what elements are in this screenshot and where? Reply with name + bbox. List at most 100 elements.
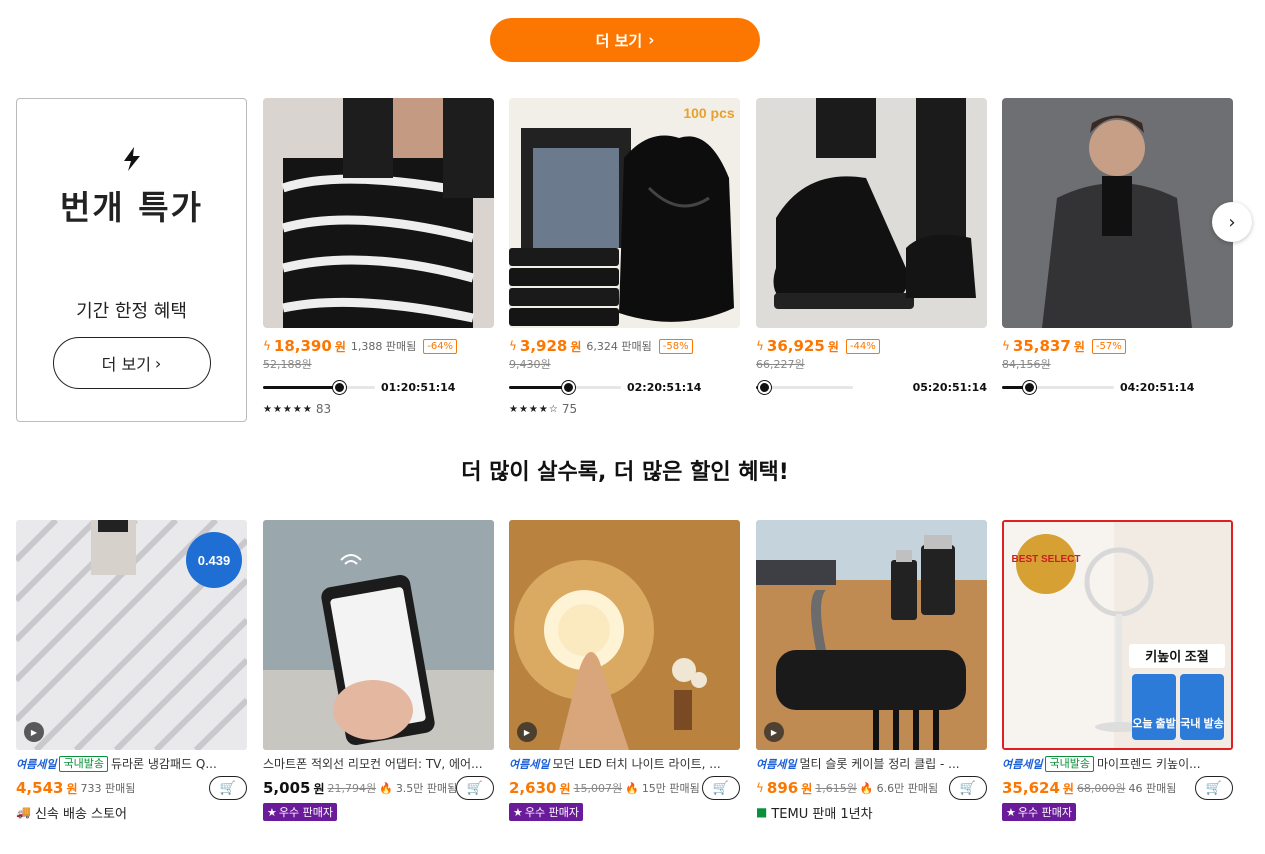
price-row: ϟ 3,928 원 6,324 판매됨 -58% (509, 337, 740, 355)
add-to-cart-button[interactable]: 🛒 (209, 776, 247, 800)
product-image[interactable]: 0.439 ▶ (16, 520, 247, 750)
original-price: 1,615원 (815, 782, 857, 795)
product-image[interactable]: ▶ (509, 520, 740, 750)
truck-icon: 🚚 (16, 805, 31, 819)
cart-icon: 🛒 (959, 780, 977, 796)
clock-icon (1022, 380, 1036, 394)
original-price: 52,188원 (263, 358, 312, 371)
product-image[interactable] (1002, 98, 1233, 328)
deal-price: 18,390 (273, 337, 332, 355)
currency: 원 (1073, 339, 1085, 354)
countdown-bar (263, 380, 375, 394)
product-card[interactable]: ▶ 여름세일 멀티 슬롯 케이블 정리 클립 - ... ϟ 896 원 1,61… (756, 520, 987, 822)
product-card[interactable]: ▶ 여름세일 모던 LED 터치 나이트 라이트, ... 2,630 원 15,… (509, 520, 740, 821)
currency: 원 (313, 781, 325, 796)
add-to-cart-button[interactable]: 🛒 (456, 776, 494, 800)
countdown-text: 01:20:51:14 (381, 380, 456, 394)
product-title[interactable]: 멀티 슬롯 케이블 정리 클립 - ... (799, 755, 959, 772)
product-title[interactable]: 마이프렌드 키높이... (1097, 755, 1201, 772)
product-price: 35,624 (1002, 779, 1060, 797)
lightning-icon: ϟ (1002, 339, 1010, 353)
cart-icon: 🛒 (1205, 780, 1223, 796)
star-icon: ★ (1006, 805, 1016, 819)
summer-sale-badge: 여름세일 (756, 757, 797, 771)
product-card[interactable]: 0.439 ▶ 여름세일 국내발송 듀라론 냉감패드 Q... 4,543 원 7… (16, 520, 247, 822)
discount-badge: -64% (423, 338, 458, 354)
title-row: 스마트폰 적외선 리모컨 어댑터: TV, 에어... (263, 755, 494, 772)
top-seller-label: 우수 판매자 (524, 806, 579, 819)
title-row: 여름세일 국내발송 마이프렌드 키높이... (1002, 755, 1233, 772)
seller-row: ★ 우수 판매자 (263, 803, 494, 821)
play-icon[interactable]: ▶ (24, 722, 44, 742)
play-icon[interactable]: ▶ (764, 722, 784, 742)
image-badge-best: BEST SELECT (1012, 554, 1081, 565)
image-badge-text: 100 pcs (683, 105, 735, 121)
image-badge-text: 키높이 조절 (1145, 649, 1208, 664)
deal-card[interactable]: ϟ 36,925 원 -44% 66,227원 05:20:51:14 (756, 98, 987, 394)
countdown-text: 04:20:51:14 (1120, 380, 1195, 394)
price-row: 2,630 원 15,007원 🔥 15만 판매됨 🛒 (509, 776, 740, 800)
product-title[interactable]: 스마트폰 적외선 리모컨 어댑터: TV, 에어... (263, 755, 483, 772)
more-button-top[interactable]: 더 보기 › (490, 18, 760, 62)
image-badge-domestic: 국내 발송 (1180, 716, 1224, 730)
original-price: 15,007원 (573, 782, 623, 795)
deal-price: 36,925 (766, 337, 825, 355)
flash-deal-title: 번개 특가 (60, 188, 203, 227)
product-price: 5,005 (263, 779, 311, 797)
product-image[interactable] (263, 520, 494, 750)
review-count: 75 (561, 402, 578, 416)
section-title: 더 많이 살수록, 더 많은 할인 혜택! (461, 460, 789, 485)
deal-card[interactable]: ϟ 35,837 원 -57% 84,156원 04:20:51:14 (1002, 98, 1233, 394)
product-price: 2,630 (509, 779, 557, 797)
product-title[interactable]: 모던 LED 터치 나이트 라이트, ... (552, 755, 720, 772)
flash-more-label: 더 보기 (101, 355, 151, 374)
add-to-cart-button[interactable]: 🛒 (702, 776, 740, 800)
seller-row: ★ 우수 판매자 (509, 803, 740, 821)
lightning-icon: ϟ (263, 339, 271, 353)
top-seller-label: 우수 판매자 (278, 806, 333, 819)
countdown-text: 02:20:51:14 (627, 380, 702, 394)
image-badge-today: 오늘 출발 (1132, 716, 1176, 730)
cart-icon: 🛒 (466, 780, 484, 796)
carousel-next-button[interactable]: › (1212, 202, 1252, 242)
product-image[interactable]: 100 pcs (509, 98, 740, 328)
product-image[interactable] (263, 98, 494, 328)
lightning-icon (122, 147, 142, 175)
lightning-icon: ϟ (756, 781, 764, 795)
original-price: 9,430원 (509, 358, 551, 371)
flash-more-button[interactable]: 더 보기 › (52, 337, 211, 389)
product-image[interactable]: ▶ (756, 520, 987, 750)
product-image[interactable]: BEST SELECT 키높이 조절 오늘 출발 국내 발송 (1002, 520, 1233, 750)
summer-sale-badge: 여름세일 (1002, 757, 1043, 771)
add-to-cart-button[interactable]: 🛒 (1195, 776, 1233, 800)
price-row: ϟ 896 원 1,615원 🔥 6.6만 판매됨 🛒 (756, 776, 987, 800)
flame-icon: 🔥 (379, 781, 393, 795)
countdown-text: 05:20:51:14 (912, 380, 987, 394)
product-title[interactable]: 듀라론 냉감패드 Q... (111, 755, 217, 772)
add-to-cart-button[interactable]: 🛒 (949, 776, 987, 800)
shop-icon: ■ (756, 805, 768, 819)
product-card[interactable]: 스마트폰 적외선 리모컨 어댑터: TV, 에어... 5,005 원 21,79… (263, 520, 494, 821)
sold-count: 46 판매됨 (1128, 782, 1177, 795)
price-row: ϟ 35,837 원 -57% (1002, 337, 1233, 355)
deal-card[interactable]: 100 pcs ϟ 3,928 원 6,324 판매됨 -58% 9,430원 0… (509, 98, 740, 416)
product-card[interactable]: BEST SELECT 키높이 조절 오늘 출발 국내 발송 여름세일 국내발송… (1002, 520, 1233, 821)
seller-row: 🚚 신속 배송 스토어 (16, 803, 247, 822)
flame-icon: 🔥 (625, 781, 639, 795)
sold-count: 15만 판매됨 (641, 782, 700, 795)
discount-badge: -58% (658, 338, 693, 354)
sold-count: 3.5만 판매됨 (395, 782, 458, 795)
title-row: 여름세일 멀티 슬롯 케이블 정리 클립 - ... (756, 755, 987, 772)
play-icon[interactable]: ▶ (517, 722, 537, 742)
discount-badge: -57% (1091, 338, 1126, 354)
countdown-bar-fill (509, 385, 569, 389)
clock-icon (757, 380, 771, 394)
countdown-row: 02:20:51:14 (509, 380, 740, 394)
product-price: 4,543 (16, 779, 64, 797)
deal-card[interactable]: ϟ 18,390 원 1,388 판매됨 -64% 52,188원 01:20:5… (263, 98, 494, 416)
image-badge-text: 0.439 (198, 553, 231, 568)
product-image[interactable] (756, 98, 987, 328)
chevron-right-icon: › (154, 353, 162, 373)
original-price: 68,000원 (1076, 782, 1126, 795)
review-count: 83 (315, 402, 332, 416)
